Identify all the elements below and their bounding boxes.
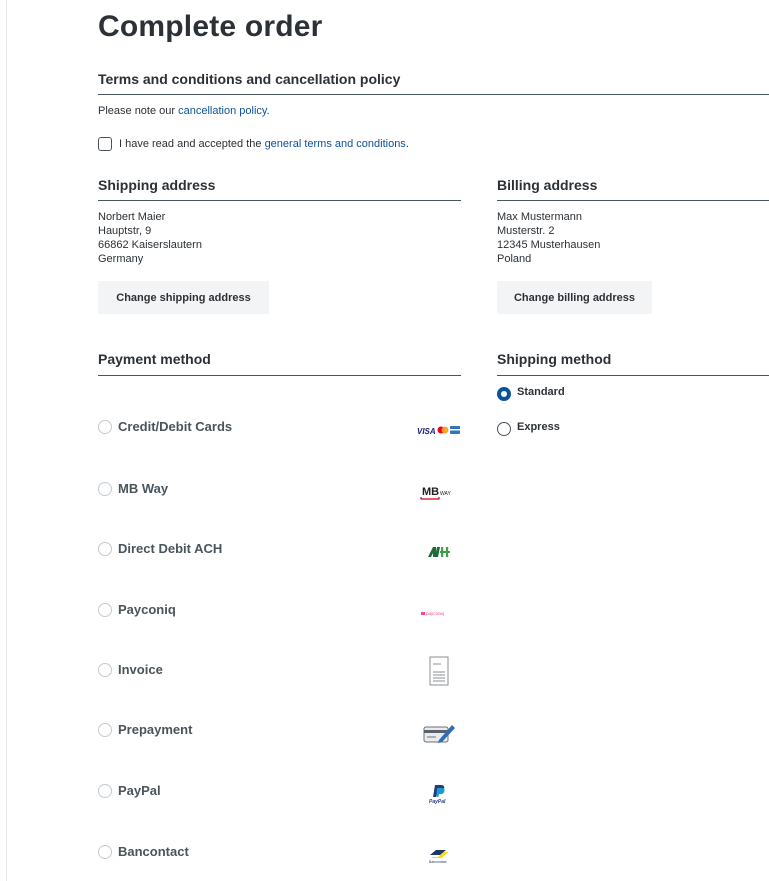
payment-radio-direct-debit-ach[interactable] xyxy=(98,542,112,556)
cancellation-note-end: . xyxy=(266,105,270,117)
svg-text:Bancontact: Bancontact xyxy=(429,860,447,864)
page-title: Complete order xyxy=(98,10,323,43)
mbway-logo-icon: MB WAY xyxy=(417,480,461,504)
shipping-address-block: Norbert Maier Hauptstr, 9 66862 Kaisersl… xyxy=(98,210,202,266)
payment-radio-credit-cards[interactable] xyxy=(98,420,112,434)
payment-option-bancontact[interactable]: Bancontact Bancontact xyxy=(98,843,461,864)
shipping-label-express: Express xyxy=(517,421,560,433)
payment-label-direct-debit-ach: Direct Debit ACH xyxy=(118,541,223,556)
shipping-address-heading: Shipping address xyxy=(98,177,216,193)
payment-radio-mb-way[interactable] xyxy=(98,482,112,496)
prepayment-card-pen-icon xyxy=(417,721,461,745)
paypal-logo-icon: PayPal xyxy=(417,782,461,806)
cancellation-note: Please note our cancellation policy. xyxy=(98,104,270,118)
svg-text:payconiq: payconiq xyxy=(426,611,445,616)
terms-checkbox[interactable] xyxy=(98,137,112,151)
terms-divider xyxy=(98,94,769,95)
payment-radio-invoice[interactable] xyxy=(98,663,112,677)
shipping-option-standard[interactable]: Standard xyxy=(497,385,697,405)
payment-option-invoice[interactable]: Invoice xyxy=(98,656,461,686)
payment-label-bancontact: Bancontact xyxy=(118,844,189,859)
payment-option-paypal[interactable]: PayPal PayPal xyxy=(98,782,461,805)
payconiq-logo-icon: payconiq xyxy=(417,601,461,625)
shipping-option-express[interactable]: Express xyxy=(497,420,697,440)
shipping-label-standard: Standard xyxy=(517,386,565,398)
payment-option-prepayment[interactable]: Prepayment xyxy=(98,721,461,743)
billing-city: 12345 Musterhausen xyxy=(497,239,601,251)
svg-text:WAY: WAY xyxy=(440,491,451,497)
payment-method-divider xyxy=(98,375,461,376)
billing-country: Poland xyxy=(497,253,532,265)
terms-checkbox-label: I have read and accepted the general ter… xyxy=(119,137,409,151)
terms-checkbox-end: . xyxy=(405,138,409,150)
svg-text:PayPal: PayPal xyxy=(429,799,446,805)
shipping-radio-express[interactable] xyxy=(497,422,511,436)
billing-address-divider xyxy=(497,200,769,201)
payment-label-mb-way: MB Way xyxy=(118,481,169,496)
change-billing-address-button[interactable]: Change billing address xyxy=(497,281,652,314)
shipping-method-heading: Shipping method xyxy=(497,351,612,367)
payment-radio-payconiq[interactable] xyxy=(98,603,112,617)
ach-logo-icon xyxy=(417,540,461,564)
payment-option-mb-way[interactable]: MB Way MB WAY xyxy=(98,480,461,500)
terms-heading: Terms and conditions and cancellation po… xyxy=(98,71,401,87)
payment-label-credit-cards: Credit/Debit Cards xyxy=(118,419,233,434)
shipping-name: Norbert Maier xyxy=(98,211,166,223)
page-left-border xyxy=(6,0,7,881)
payment-radio-bancontact[interactable] xyxy=(98,845,112,859)
cancellation-note-text: Please note our xyxy=(98,105,179,117)
payment-option-direct-debit-ach[interactable]: Direct Debit ACH xyxy=(98,540,461,560)
payment-method-heading: Payment method xyxy=(98,351,211,367)
billing-street: Musterstr. 2 xyxy=(497,225,555,237)
billing-address-heading: Billing address xyxy=(497,177,598,193)
shipping-address-divider xyxy=(98,200,461,201)
payment-option-payconiq[interactable]: Payconiq payconiq xyxy=(98,601,461,621)
payment-radio-paypal[interactable] xyxy=(98,784,112,798)
svg-text:MB: MB xyxy=(422,486,439,498)
bancontact-logo-icon: Bancontact xyxy=(417,843,461,867)
payment-label-prepayment: Prepayment xyxy=(118,722,193,737)
shipping-method-divider xyxy=(497,375,769,376)
terms-checkbox-text: I have read and accepted the xyxy=(119,138,265,150)
shipping-country: Germany xyxy=(98,253,144,265)
cancellation-policy-link[interactable]: cancellation policy xyxy=(178,105,266,117)
payment-label-invoice: Invoice xyxy=(118,662,163,677)
billing-name: Max Mustermann xyxy=(497,211,582,223)
shipping-street: Hauptstr, 9 xyxy=(98,225,152,237)
payment-label-payconiq: Payconiq xyxy=(118,602,176,617)
payment-label-paypal: PayPal xyxy=(118,783,161,798)
shipping-radio-standard[interactable] xyxy=(497,387,511,401)
general-terms-link[interactable]: general terms and conditions xyxy=(265,138,406,150)
change-shipping-address-button[interactable]: Change shipping address xyxy=(98,281,269,314)
payment-option-credit-cards[interactable]: Credit/Debit Cards VISA xyxy=(98,418,461,438)
payment-radio-prepayment[interactable] xyxy=(98,723,112,737)
svg-text:VISA: VISA xyxy=(417,427,436,436)
credit-cards-logo-icon: VISA xyxy=(417,418,461,442)
invoice-document-icon xyxy=(417,654,461,688)
billing-address-block: Max Mustermann Musterstr. 2 12345 Muster… xyxy=(497,210,600,266)
shipping-city: 66862 Kaiserslautern xyxy=(98,239,202,251)
